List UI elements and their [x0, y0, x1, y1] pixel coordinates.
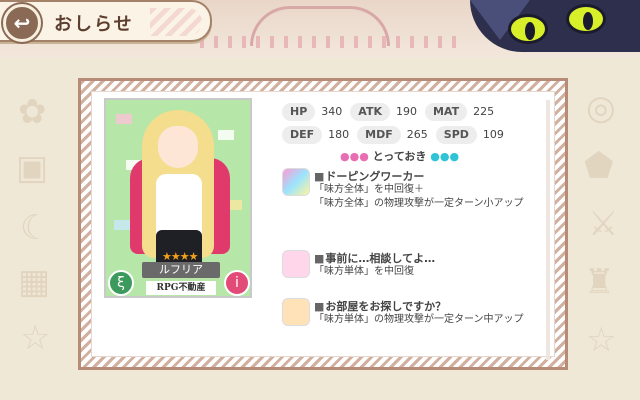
scrollbar[interactable] [546, 100, 550, 360]
character-card[interactable]: ★★★★ ルフリア RPG不動産 ξ i [104, 98, 252, 298]
shield-icon: ⬟ [584, 146, 614, 186]
info-icon[interactable]: i [224, 270, 250, 296]
heart-icon [282, 250, 310, 278]
page-title: おしらせ [54, 14, 134, 35]
stat-value: 265 [406, 128, 428, 141]
sp-icon [282, 168, 310, 196]
header-bar: ↩ おしらせ [0, 0, 212, 42]
trump-left-dots: ●●● [340, 150, 369, 163]
stats-block: HP 340 ATK 190 MAT 225 DEF 180 MDF 265 SPD 109 [282, 102, 512, 148]
cat-decoration [470, 0, 640, 52]
header-stripe-decoration [150, 8, 202, 36]
stat-label: MAT [424, 102, 468, 121]
background-fence [200, 36, 460, 48]
skill-name: お部屋をお探しですか？ [314, 298, 446, 314]
stat-value: 109 [482, 128, 504, 141]
moon-icon: ☾ [20, 208, 51, 248]
paw-icon: ✿ [18, 92, 47, 132]
cat-eye-icon [566, 4, 606, 34]
flame-icon [282, 298, 310, 326]
notice-panel: ★★★★ ルフリア RPG不動産 ξ i HP 340 ATK 190 MAT 225… [78, 78, 568, 370]
notice-content[interactable]: ★★★★ ルフリア RPG不動産 ξ i HP 340 ATK 190 MAT 225… [91, 91, 555, 360]
trump-card-heading: ●●● とっておき ●●● [340, 148, 459, 164]
stat-value: 180 [328, 128, 350, 141]
stat-label: DEF [282, 125, 323, 144]
trump-title: とっておき [372, 150, 427, 163]
stats-row: HP 340 ATK 190 MAT 225 [282, 102, 512, 121]
stat-label: SPD [435, 125, 477, 144]
back-arrow-icon: ↩ [13, 11, 31, 35]
hat-icon: ♜ [584, 262, 615, 302]
stat-label: HP [282, 102, 316, 121]
character-source: RPG不動産 [146, 281, 216, 295]
skill-name: ドーピングワーカー [314, 168, 424, 184]
skill-description: 「味方単体」の物理攻撃が一定ターン中アップ [314, 314, 524, 325]
character-name: ルフリア [142, 262, 220, 278]
stats-row: DEF 180 MDF 265 SPD 109 [282, 125, 512, 144]
cat-eye-icon [508, 14, 548, 44]
stat-label: MDF [357, 125, 401, 144]
stat-value: 225 [473, 105, 495, 118]
character-face [158, 126, 198, 168]
skill-description: 「味方全体」を中回復＋ 「味方全体」の物理攻撃が一定ターン小アップ [314, 184, 524, 209]
stat-value: 190 [395, 105, 417, 118]
sword-icon: ⚔ [588, 204, 619, 244]
skill-name: 事前に…相談してよ… [314, 250, 435, 266]
stat-value: 340 [321, 105, 343, 118]
trump-right-dots: ●●● [430, 150, 460, 163]
attribute-icon: ξ [108, 270, 134, 296]
star-icon: ☆ [20, 318, 51, 358]
star-icon: ☆ [586, 320, 617, 360]
confetti [116, 114, 132, 124]
stat-label: ATK [350, 102, 390, 121]
calendar-icon: ▦ [18, 262, 51, 302]
confetti [218, 130, 234, 140]
skill-description: 「味方単体」を中回復 [314, 266, 414, 277]
ring-icon: ◎ [586, 88, 616, 128]
back-button[interactable]: ↩ [3, 4, 41, 42]
chest-icon: ▣ [16, 148, 49, 188]
confetti [114, 220, 130, 230]
